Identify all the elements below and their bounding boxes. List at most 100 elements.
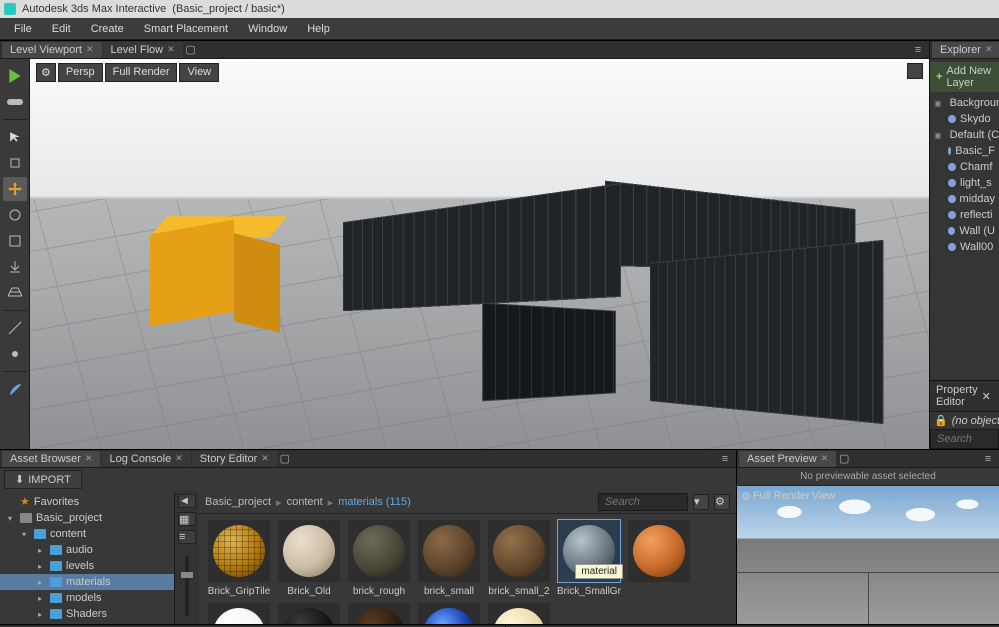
back-button[interactable]: ◄ — [178, 494, 196, 508]
close-icon[interactable]: ✕ — [261, 453, 269, 464]
maximize-viewport-icon[interactable] — [907, 63, 923, 79]
light-tool[interactable] — [3, 342, 27, 366]
close-icon[interactable]: ✕ — [821, 453, 829, 464]
gamepad-icon[interactable] — [3, 90, 27, 114]
viewport-left-toolbar — [0, 59, 30, 449]
item-basic[interactable]: Basic_F — [930, 143, 999, 159]
folder-shaders[interactable]: ▸Shaders — [0, 606, 174, 622]
material-item[interactable]: Brick_GripTile — [207, 520, 271, 597]
view-dropdown[interactable]: View — [179, 63, 219, 82]
panel-menu-icon[interactable]: ≡ — [912, 44, 924, 56]
close-icon[interactable]: ✕ — [982, 390, 991, 403]
menu-help[interactable]: Help — [297, 20, 340, 38]
material-item[interactable] — [277, 603, 341, 624]
menu-create[interactable]: Create — [81, 20, 134, 38]
crumb-project[interactable]: Basic_project — [205, 496, 271, 508]
close-icon[interactable]: ✕ — [86, 44, 94, 55]
measure-tool[interactable] — [3, 316, 27, 340]
tab-level-flow[interactable]: Level Flow ✕ — [103, 42, 183, 58]
tab-explorer[interactable]: Explorer ✕ — [932, 42, 999, 58]
property-search-input[interactable]: Search — [930, 429, 999, 449]
list-view-button[interactable]: ≡ — [178, 530, 196, 544]
material-item[interactable] — [417, 603, 481, 624]
camera-mode-dropdown[interactable]: Persp — [58, 63, 103, 82]
add-tab-button[interactable]: ▢ — [837, 452, 851, 465]
tab-story-editor[interactable]: Story Editor✕ — [192, 451, 277, 467]
material-item[interactable]: Brick_Old — [277, 520, 341, 597]
asset-preview-panel: Asset Preview✕ ▢ ≡ No previewable asset … — [737, 450, 999, 624]
material-item[interactable]: brick_small — [417, 520, 481, 597]
folder-textures[interactable]: ▸textures — [0, 622, 174, 624]
scale-tool[interactable] — [3, 229, 27, 253]
folder-materials[interactable]: ▸materials — [0, 574, 174, 590]
close-icon[interactable]: ✕ — [175, 453, 183, 464]
asset-search-input[interactable]: Search — [598, 493, 688, 511]
asset-grid-area: Basic_project▸ content▸ materials (115) … — [199, 491, 736, 624]
menu-edit[interactable]: Edit — [42, 20, 81, 38]
material-item[interactable]: brick_rough — [347, 520, 411, 597]
tab-asset-browser[interactable]: Asset Browser✕ — [2, 451, 100, 467]
folder-levels[interactable]: ▸levels — [0, 558, 174, 574]
play-button[interactable] — [3, 64, 27, 88]
tab-label: Explorer — [940, 44, 981, 56]
tab-level-viewport[interactable]: Level Viewport ✕ — [2, 42, 102, 58]
material-item[interactable] — [207, 603, 271, 624]
preview-empty-message: No previewable asset selected — [737, 468, 999, 486]
add-new-layer-button[interactable]: + Add New Layer — [930, 62, 999, 92]
preview-viewport[interactable]: ⚙ Full Render View — [737, 486, 999, 624]
item-midday[interactable]: midday — [930, 191, 999, 207]
panel-menu-icon[interactable]: ≡ — [719, 453, 731, 465]
gear-icon[interactable]: ⚙ — [714, 494, 730, 510]
explorer-panel: Explorer ✕ Crea + Add New Layer ▣Backgro… — [929, 41, 999, 449]
material-item[interactable] — [487, 603, 551, 624]
move-tool[interactable] — [3, 177, 27, 201]
layer-background[interactable]: ▣Background — [930, 95, 999, 111]
thumbnail-size-slider[interactable] — [185, 556, 189, 616]
material-item[interactable]: brick_small_2 — [487, 520, 551, 597]
item-wall-u[interactable]: Wall (U — [930, 223, 999, 239]
favorites-node[interactable]: ★Favorites — [0, 493, 174, 510]
material-item[interactable] — [347, 603, 411, 624]
content-node[interactable]: ▾content — [0, 526, 174, 542]
filter-icon[interactable]: ▾ — [693, 494, 709, 510]
close-icon[interactable]: ✕ — [985, 44, 993, 55]
import-button[interactable]: ⬇ IMPORT — [4, 470, 82, 489]
crumb-materials[interactable]: materials (115) — [338, 496, 411, 508]
asset-tree: ★Favorites ▾Basic_project ▾content ▸audi… — [0, 491, 175, 624]
grid-view-button[interactable]: ▦ — [178, 512, 196, 526]
snap-down-tool[interactable] — [3, 255, 27, 279]
place-tool[interactable] — [3, 151, 27, 175]
menu-smart-placement[interactable]: Smart Placement — [134, 20, 238, 38]
tab-log-console[interactable]: Log Console✕ — [101, 451, 190, 467]
item-light[interactable]: light_s — [930, 175, 999, 191]
viewport-settings-icon[interactable]: ⚙ — [36, 63, 56, 82]
folder-models[interactable]: ▸models — [0, 590, 174, 606]
lock-icon: 🔒 — [934, 414, 948, 427]
property-editor-header: Property Editor ✕ ≡ — [930, 380, 999, 412]
material-item[interactable] — [627, 520, 691, 597]
select-tool[interactable] — [3, 125, 27, 149]
close-icon[interactable]: ✕ — [167, 44, 175, 55]
item-wall00[interactable]: Wall00 — [930, 239, 999, 255]
material-item-selected[interactable]: Brick_SmallGreyTilematerial — [557, 520, 621, 597]
grid-tool[interactable] — [3, 281, 27, 305]
crumb-content[interactable]: content — [287, 496, 323, 508]
menu-file[interactable]: File — [4, 20, 42, 38]
paint-tool[interactable] — [3, 377, 27, 401]
panel-menu-icon[interactable]: ≡ — [982, 453, 994, 465]
menu-window[interactable]: Window — [238, 20, 297, 38]
project-root-node[interactable]: ▾Basic_project — [0, 510, 174, 526]
download-icon: ⬇ — [15, 473, 24, 486]
render-mode-dropdown[interactable]: Full Render — [105, 63, 178, 82]
add-tab-button[interactable]: ▢ — [184, 43, 198, 56]
folder-audio[interactable]: ▸audio — [0, 542, 174, 558]
item-skydome[interactable]: Skydo — [930, 111, 999, 127]
close-icon[interactable]: ✕ — [85, 453, 93, 464]
tab-asset-preview[interactable]: Asset Preview✕ — [739, 451, 836, 467]
rotate-tool[interactable] — [3, 203, 27, 227]
item-reflection[interactable]: reflecti — [930, 207, 999, 223]
add-tab-button[interactable]: ▢ — [278, 452, 292, 465]
layer-default[interactable]: ▣Default (Cu — [930, 127, 999, 143]
level-viewport[interactable]: ⚙ Persp Full Render View — [30, 59, 929, 449]
item-chamfer[interactable]: Chamf — [930, 159, 999, 175]
